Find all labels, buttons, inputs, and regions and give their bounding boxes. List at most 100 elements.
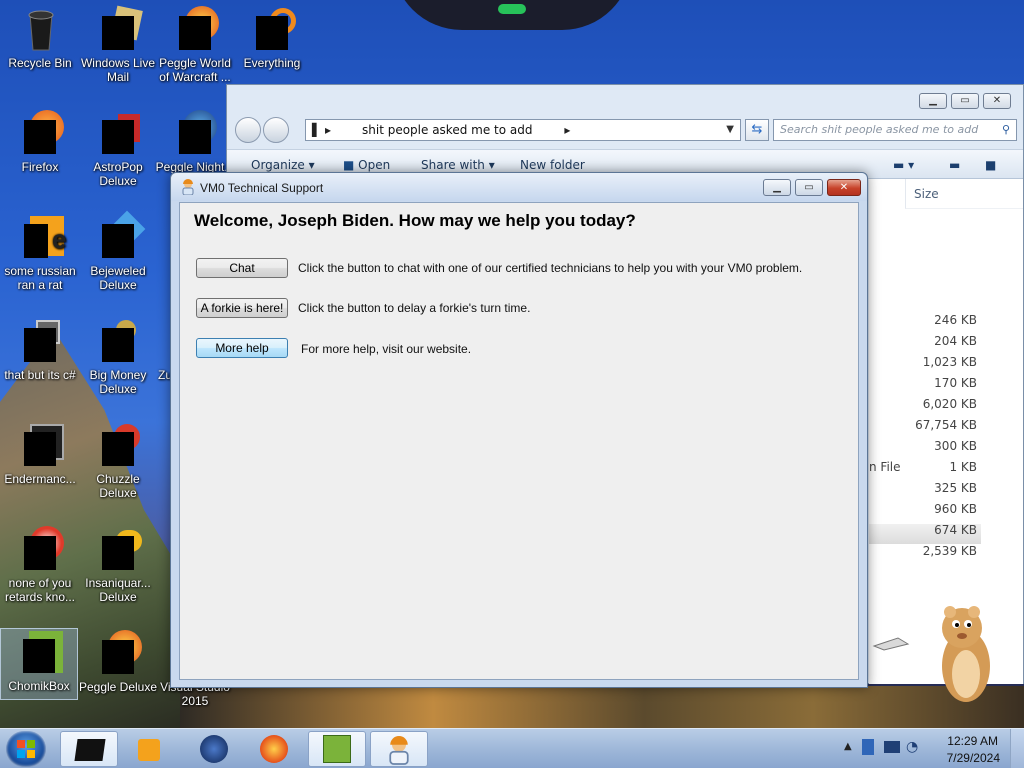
taskbar-item-media-player[interactable]: [122, 731, 180, 767]
file-size: 204 KB: [934, 334, 977, 348]
organize-button[interactable]: Organize ▾: [251, 158, 315, 172]
address-text: shit people asked me to add: [362, 123, 533, 137]
desktop-icon-peggle-deluxe[interactable]: Peggle Deluxe: [78, 630, 158, 694]
desktop-icon-bejeweled[interactable]: Bejeweled Deluxe: [78, 210, 158, 292]
desktop-icon-endermanch[interactable]: Endermanc...: [0, 422, 80, 486]
desktop-icon-label: Firefox: [21, 160, 59, 174]
chomikbox-icon: [323, 735, 351, 763]
desktop-icon-label: some russian ran a rat: [4, 264, 76, 292]
more-help-button[interactable]: More help: [196, 338, 288, 358]
start-button[interactable]: [6, 731, 46, 767]
wallpaper-ground: [180, 686, 1024, 728]
search-icon[interactable]: ⚲: [1002, 120, 1010, 140]
open-button[interactable]: ■ Open: [343, 158, 390, 172]
column-header-size[interactable]: Size: [905, 179, 1023, 209]
desktop-icon-chuzzle[interactable]: Chuzzle Deluxe: [78, 422, 158, 500]
file-size: 6,020 KB: [922, 397, 977, 411]
forward-icon[interactable]: [263, 117, 289, 143]
peggle-nights-icon: [171, 110, 219, 158]
forkie-description: Click the button to delay a forkie's tur…: [298, 301, 531, 315]
chomikbox-mascot-hat: [872, 637, 910, 651]
chevron-down-icon[interactable]: ▼: [726, 120, 734, 140]
new-folder-button[interactable]: New folder: [520, 158, 585, 172]
minimize-icon[interactable]: ▁: [919, 93, 947, 109]
desktop-icon-label: that but its c#: [4, 368, 76, 382]
desktop-icon-label: Insaniquar... Deluxe: [85, 576, 151, 604]
globe-icon: [200, 735, 228, 763]
hamster-mascot[interactable]: [936, 600, 996, 710]
peggle-icon: [94, 630, 142, 678]
taskbar: ▲ ◔ 12:29 AM 7/29/2024: [0, 728, 1024, 768]
desktop-icon-windows-live-mail[interactable]: Windows Live Mail: [78, 5, 158, 84]
recycle-bin-icon: [16, 6, 64, 54]
desktop-icon-some-russian[interactable]: e some russian ran a rat: [0, 214, 80, 292]
view-options-icon[interactable]: ▬ ▾: [893, 158, 914, 172]
close-icon[interactable]: ✕: [983, 93, 1011, 109]
taskbar-item-firefox[interactable]: [246, 731, 304, 767]
chat-button[interactable]: Chat: [196, 258, 288, 278]
desktop-icon-label: Endermanc...: [4, 472, 76, 486]
desktop-icon-firefox[interactable]: Firefox: [0, 110, 80, 174]
desktop-icon-label: Chuzzle Deluxe: [96, 472, 140, 500]
minimize-button[interactable]: ▁: [763, 179, 791, 196]
windows-logo-icon: [17, 740, 35, 758]
zuma-icon: [143, 318, 173, 366]
desktop-icon-astropop[interactable]: AstroPop Deluxe: [78, 110, 158, 188]
help-icon[interactable]: ■: [985, 158, 996, 172]
file-size: 246 KB: [934, 313, 977, 327]
back-icon[interactable]: [235, 117, 261, 143]
shortcut-icon: [16, 526, 64, 574]
taskbar-item-explorer[interactable]: [60, 731, 118, 767]
big-money-icon: [94, 318, 142, 366]
vm0-support-dialog[interactable]: VM0 Technical Support ▁ ▭ ✕ Welcome, Jos…: [170, 172, 868, 688]
desktop-icon-label: none of you retards kno...: [4, 576, 76, 604]
firefox-icon: [260, 735, 288, 763]
endermanch-icon: [16, 422, 64, 470]
chuzzle-icon: [94, 422, 142, 470]
desktop-icon-peggle-nights[interactable]: Peggle Night...: [155, 110, 235, 174]
taskbar-item-chomikbox[interactable]: [308, 731, 366, 767]
chat-description: Click the button to chat with one of our…: [298, 261, 803, 275]
volume-icon[interactable]: ◔: [906, 739, 918, 755]
insaniquarium-icon: [94, 526, 142, 574]
desktop-icon-that-but-csharp[interactable]: that but its c#: [0, 318, 80, 382]
desktop-icon-recycle-bin[interactable]: Recycle Bin: [0, 6, 80, 70]
file-size: 674 KB: [934, 523, 977, 537]
document-icon: e: [16, 214, 66, 262]
search-input[interactable]: Search shit people asked me to add ⚲: [773, 119, 1017, 141]
desktop-icon-chomikbox[interactable]: ChomikBox: [0, 628, 78, 700]
share-with-button[interactable]: Share with ▾: [421, 158, 495, 172]
file-size: 1 KB: [949, 460, 977, 474]
maximize-icon[interactable]: ▭: [951, 93, 979, 109]
file-size: 67,754 KB: [915, 418, 977, 432]
clock-time[interactable]: 12:29 AM: [947, 734, 998, 748]
chevron-up-icon[interactable]: ▲: [844, 741, 852, 752]
taskbar-item-browser[interactable]: [184, 731, 242, 767]
forkie-button[interactable]: A forkie is here!: [196, 298, 288, 318]
desktop-icon-label: AstroPop Deluxe: [93, 160, 143, 188]
dialog-title: VM0 Technical Support: [200, 181, 324, 195]
network-icon[interactable]: [862, 739, 874, 755]
desktop-icon-everything[interactable]: Everything: [232, 6, 312, 70]
taskbar-item-vm0-support[interactable]: [370, 731, 428, 767]
file-size: 325 KB: [934, 481, 977, 495]
preview-pane-icon[interactable]: ▬: [949, 158, 960, 172]
desktop-icon-insaniquarium[interactable]: Insaniquar... Deluxe: [78, 526, 158, 604]
display-icon[interactable]: [884, 741, 900, 753]
desktop-icon-peggle-wow[interactable]: Peggle World of Warcraft ...: [155, 6, 235, 84]
desktop-icon-label: Peggle World of Warcraft ...: [159, 56, 231, 84]
refresh-icon[interactable]: ⇆: [745, 119, 769, 141]
bejeweled-icon: [94, 210, 146, 262]
clock-date[interactable]: 7/29/2024: [947, 751, 1000, 765]
dialog-titlebar[interactable]: VM0 Technical Support ▁ ▭ ✕: [171, 173, 867, 201]
everything-search-icon: [248, 6, 296, 54]
close-button[interactable]: ✕: [827, 179, 861, 196]
astropop-icon: [94, 110, 142, 158]
show-desktop-button[interactable]: [1010, 729, 1024, 768]
media-player-icon: [138, 739, 160, 761]
chevron-right-icon[interactable]: ▸: [564, 123, 570, 137]
file-size: 1,023 KB: [922, 355, 977, 369]
desktop-icon-none-of-you[interactable]: none of you retards kno...: [0, 526, 80, 604]
address-bar[interactable]: ▌ ▸ shit people asked me to add ▸ ▼: [305, 119, 741, 141]
maximize-button[interactable]: ▭: [795, 179, 823, 196]
